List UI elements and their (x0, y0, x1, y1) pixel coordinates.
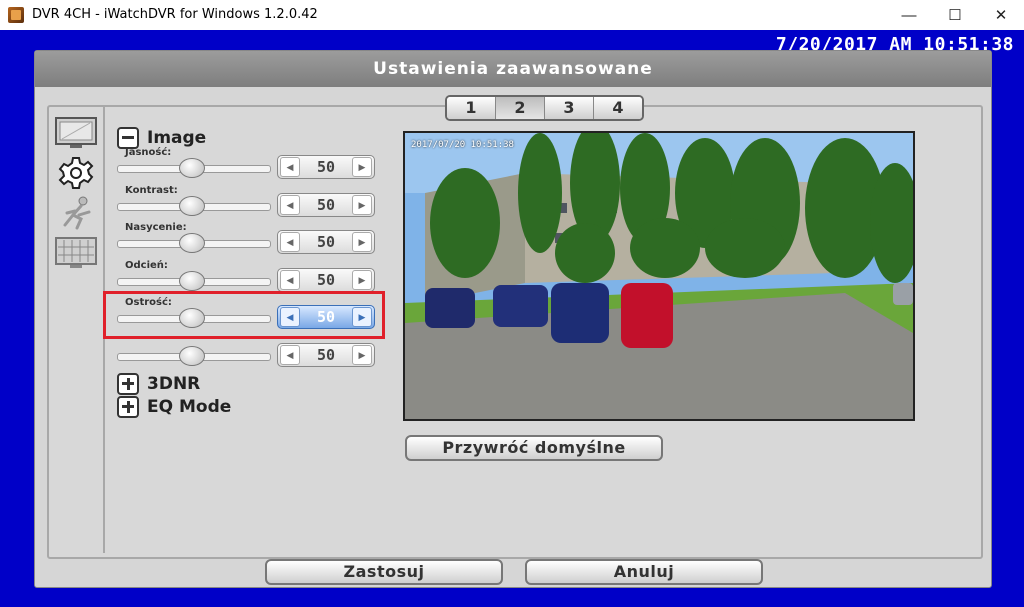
window-title: DVR 4CH - iWatchDVR for Windows 1.2.0.42 (32, 7, 318, 22)
hue-stepper: ◀ 50 ▶ (277, 268, 375, 292)
saturation-control: Nasycenie: ◀ 50 ▶ (117, 222, 377, 256)
increase-icon[interactable]: ▶ (352, 345, 372, 365)
hue-value: 50 (316, 271, 336, 289)
image-section-toggle[interactable]: Image (117, 127, 206, 149)
gear-icon[interactable] (53, 155, 99, 191)
selection-highlight (103, 291, 385, 339)
app-icon (8, 7, 24, 23)
camera-preview: 2017/07/20 10:51:38 (403, 131, 915, 421)
contrast-value: 50 (316, 196, 336, 214)
eq-mode-section-toggle[interactable]: EQ Mode (117, 396, 231, 418)
extra-stepper: ◀ 50 ▶ (277, 343, 375, 367)
expand-icon (117, 373, 139, 395)
contrast-control: Kontrast: ◀ 50 ▶ (117, 185, 377, 219)
contrast-label: Kontrast: (125, 185, 178, 196)
3dnr-section-label: 3DNR (147, 374, 201, 394)
restore-defaults-button[interactable]: Przywróć domyślne (405, 435, 663, 461)
decrease-icon[interactable]: ◀ (280, 345, 300, 365)
window-titlebar: DVR 4CH - iWatchDVR for Windows 1.2.0.42… (0, 0, 1024, 30)
apply-button[interactable]: Zastosuj (265, 559, 503, 585)
brightness-stepper: ◀ 50 ▶ (277, 155, 375, 179)
monitor-icon[interactable] (53, 115, 99, 151)
grid-icon[interactable] (53, 235, 99, 271)
decrease-icon[interactable]: ◀ (280, 157, 300, 177)
tab-channel-2[interactable]: 2 (496, 97, 545, 119)
hue-label: Odcień: (125, 260, 168, 271)
decrease-icon[interactable]: ◀ (280, 195, 300, 215)
dialog-title: Ustawienia zaawansowane (35, 51, 991, 87)
expand-icon (117, 396, 139, 418)
brightness-control: Jasność: ◀ 50 ▶ (117, 147, 377, 181)
cancel-button[interactable]: Anuluj (525, 559, 763, 585)
extra-control: ◀ 50 ▶ (117, 335, 377, 369)
hue-slider-thumb[interactable] (179, 271, 205, 291)
hue-control: Odcień: ◀ 50 ▶ (117, 260, 377, 294)
close-button[interactable]: ✕ (978, 0, 1024, 30)
saturation-label: Nasycenie: (125, 222, 187, 233)
saturation-slider-thumb[interactable] (179, 233, 205, 253)
brightness-slider-thumb[interactable] (179, 158, 205, 178)
maximize-button[interactable]: ☐ (932, 0, 978, 30)
tab-channel-4[interactable]: 4 (594, 97, 642, 119)
tab-channel-1[interactable]: 1 (447, 97, 496, 119)
settings-sidebar (47, 107, 105, 553)
increase-icon[interactable]: ▶ (352, 157, 372, 177)
collapse-icon (117, 127, 139, 149)
brightness-label: Jasność: (125, 147, 172, 158)
camera-preview-image (405, 133, 913, 419)
contrast-slider-thumb[interactable] (179, 196, 205, 216)
tab-channel-3[interactable]: 3 (545, 97, 594, 119)
image-section-label: Image (147, 128, 207, 148)
increase-icon[interactable]: ▶ (352, 270, 372, 290)
channel-tabs: 1 2 3 4 (445, 95, 644, 121)
minimize-button[interactable]: — (886, 0, 932, 30)
advanced-settings-dialog: Ustawienia zaawansowane 1 2 3 4 Image Ja… (34, 50, 992, 588)
saturation-value: 50 (316, 233, 336, 251)
motion-detection-icon[interactable] (53, 195, 99, 231)
decrease-icon[interactable]: ◀ (280, 270, 300, 290)
decrease-icon[interactable]: ◀ (280, 232, 300, 252)
3dnr-section-toggle[interactable]: 3DNR (117, 373, 200, 395)
extra-value: 50 (316, 346, 336, 364)
contrast-stepper: ◀ 50 ▶ (277, 193, 375, 217)
increase-icon[interactable]: ▶ (352, 232, 372, 252)
saturation-stepper: ◀ 50 ▶ (277, 230, 375, 254)
extra-slider-thumb[interactable] (179, 346, 205, 366)
brightness-value: 50 (316, 158, 336, 176)
eq-mode-section-label: EQ Mode (147, 397, 232, 417)
preview-timestamp: 2017/07/20 10:51:38 (411, 140, 514, 150)
increase-icon[interactable]: ▶ (352, 195, 372, 215)
